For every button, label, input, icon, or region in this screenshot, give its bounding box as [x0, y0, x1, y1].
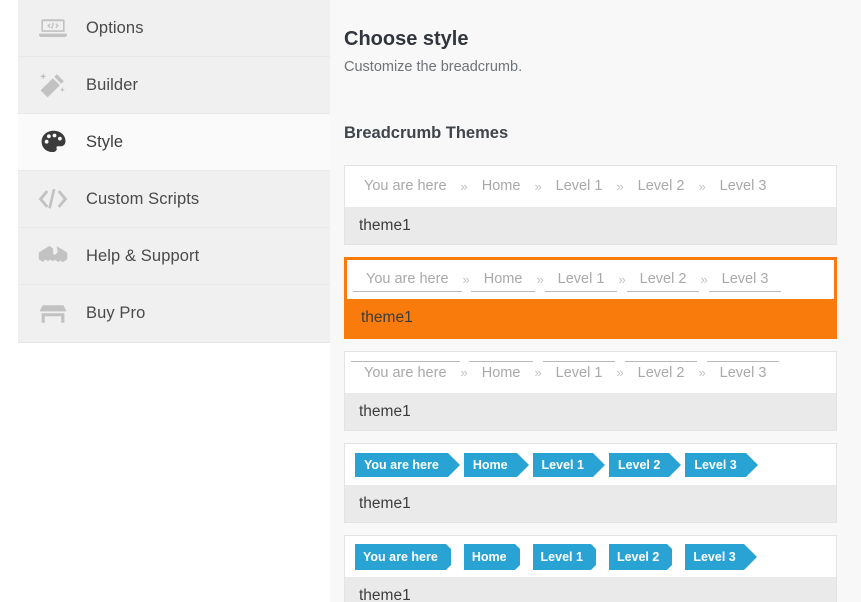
breadcrumb-item[interactable]: Home	[468, 360, 534, 386]
laptop-code-icon	[36, 15, 70, 41]
breadcrumb-preview: You are here Home Level 1 Level 2 Level 3	[345, 444, 836, 486]
breadcrumb-item[interactable]: Level 1	[519, 543, 605, 570]
page-subtitle: Customize the breadcrumb.	[344, 59, 523, 75]
sidebar-item-label: Style	[86, 132, 124, 151]
breadcrumb-item[interactable]: Level 2	[595, 543, 681, 570]
breadcrumb-trail: You are here» Home» Level 1» Level 2» Level …	[351, 175, 779, 199]
breadcrumb-separator-icon: »	[534, 365, 542, 381]
theme-name-label: theme1	[347, 299, 834, 337]
magic-wand-icon	[36, 72, 70, 98]
breadcrumb-preview: You are here» Home» Level 1» Level 2» Level …	[347, 260, 834, 300]
sidebar-item-label: Help & Support	[86, 246, 200, 265]
sidebar-item-buy-pro[interactable]: Buy Pro	[18, 285, 330, 342]
sidebar-item-label: Options	[86, 18, 144, 37]
breadcrumb-theme-list: You are here» Home» Level 1» Level 2» Level …	[344, 165, 837, 602]
breadcrumb-item[interactable]: Level 3	[672, 543, 758, 570]
breadcrumb-item[interactable]: Level 1	[542, 360, 616, 386]
breadcrumb-item[interactable]: Level 3	[685, 452, 759, 477]
breadcrumb-item[interactable]: Level 2	[608, 452, 682, 477]
breadcrumb-item[interactable]: Home	[450, 543, 528, 570]
sidebar-item-label: Custom Scripts	[86, 189, 200, 208]
breadcrumb-item[interactable]: Level 3	[707, 175, 780, 199]
breadcrumb-item[interactable]: You are here	[345, 543, 459, 570]
breadcrumb-theme-card[interactable]: You are here» Home» Level 1» Level 2» Level …	[344, 257, 837, 340]
breadcrumb-separator-icon: »	[616, 365, 624, 381]
breadcrumb-separator-icon: »	[460, 365, 468, 381]
breadcrumb-separator-icon: »	[536, 272, 544, 288]
breadcrumb-theme-card[interactable]: You are here Home Level 1 Level 2 Level 3 the…	[344, 535, 837, 602]
breadcrumb-theme-card[interactable]: You are here» Home» Level 1» Level 2» Level …	[344, 351, 837, 432]
breadcrumb-trail: You are here» Home» Level 1» Level 2» Level …	[351, 360, 780, 386]
breadcrumb-separator-icon: »	[534, 179, 542, 195]
breadcrumb-item[interactable]: You are here	[353, 268, 462, 293]
breadcrumb-item[interactable]: Level 2	[625, 175, 698, 199]
breadcrumb-item[interactable]: Level 1	[543, 175, 616, 199]
theme-name-label: theme1	[345, 577, 836, 602]
breadcrumb-preview: You are here» Home» Level 1» Level 2» Level …	[345, 166, 836, 208]
breadcrumb-separator-icon: »	[700, 272, 708, 288]
sidebar-item-help-support[interactable]: Help & Support	[18, 228, 330, 285]
sidebar-item-options[interactable]: Options	[18, 0, 330, 57]
breadcrumb-theme-card[interactable]: You are here Home Level 1 Level 2 Level 3 the…	[344, 443, 837, 524]
handshake-icon	[36, 243, 70, 269]
breadcrumb-item[interactable]: Level 2	[626, 268, 700, 293]
store-icon	[36, 301, 70, 327]
section-title-breadcrumb-themes: Breadcrumb Themes	[344, 123, 509, 142]
breadcrumb-separator-icon: »	[698, 179, 706, 195]
sidebar: Options Builder Style Custom Scripts Help & …	[0, 0, 330, 602]
theme-name-label: theme1	[345, 207, 836, 245]
code-brackets-icon	[36, 186, 70, 212]
theme-name-label: theme1	[345, 485, 836, 523]
sidebar-item-style[interactable]: Style	[18, 114, 330, 171]
breadcrumb-separator-icon: »	[618, 272, 626, 288]
sidebar-item-label: Builder	[86, 75, 139, 94]
breadcrumb-trail: You are here» Home» Level 1» Level 2» Level …	[353, 268, 782, 293]
breadcrumb-separator-icon: »	[698, 365, 706, 381]
breadcrumb-theme-card[interactable]: You are here» Home» Level 1» Level 2» Level …	[344, 165, 837, 246]
breadcrumb-preview: You are here Home Level 1 Level 2 Level 3	[345, 536, 836, 578]
page-title: Choose style	[344, 28, 469, 50]
breadcrumb-item[interactable]: You are here	[351, 175, 460, 199]
sidebar-menu: Options Builder Style Custom Scripts Help & …	[18, 0, 330, 343]
breadcrumb-separator-icon: »	[462, 272, 470, 288]
sidebar-item-custom-scripts[interactable]: Custom Scripts	[18, 171, 330, 228]
breadcrumb-item[interactable]: Home	[463, 452, 529, 477]
sidebar-left-gutter	[0, 0, 18, 602]
breadcrumb-item[interactable]: Level 1	[532, 452, 606, 477]
breadcrumb-separator-icon: »	[616, 179, 624, 195]
app-root: Options Builder Style Custom Scripts Help & …	[0, 0, 861, 602]
theme-name-label: theme1	[345, 393, 836, 431]
breadcrumb-item[interactable]: You are here	[351, 360, 460, 386]
breadcrumb-trail: You are here Home Level 1 Level 2 Level 3	[351, 452, 762, 477]
breadcrumb-item[interactable]: Home	[469, 175, 534, 199]
breadcrumb-item[interactable]: Level 1	[544, 268, 618, 293]
breadcrumb-preview: You are here» Home» Level 1» Level 2» Level …	[345, 352, 836, 394]
breadcrumb-trail: You are here Home Level 1 Level 2 Level 3	[345, 543, 762, 570]
breadcrumb-item[interactable]: Level 3	[708, 268, 782, 293]
breadcrumb-item[interactable]: Home	[470, 268, 536, 293]
sidebar-item-label: Buy Pro	[86, 304, 146, 323]
breadcrumb-separator-icon: »	[460, 179, 468, 195]
palette-icon	[36, 129, 70, 155]
main-content: Choose style Customize the breadcrumb. B…	[330, 0, 861, 602]
sidebar-item-builder[interactable]: Builder	[18, 57, 330, 114]
breadcrumb-item[interactable]: Level 2	[624, 360, 698, 386]
breadcrumb-item[interactable]: Level 3	[706, 360, 780, 386]
breadcrumb-item[interactable]: You are here	[355, 452, 460, 477]
